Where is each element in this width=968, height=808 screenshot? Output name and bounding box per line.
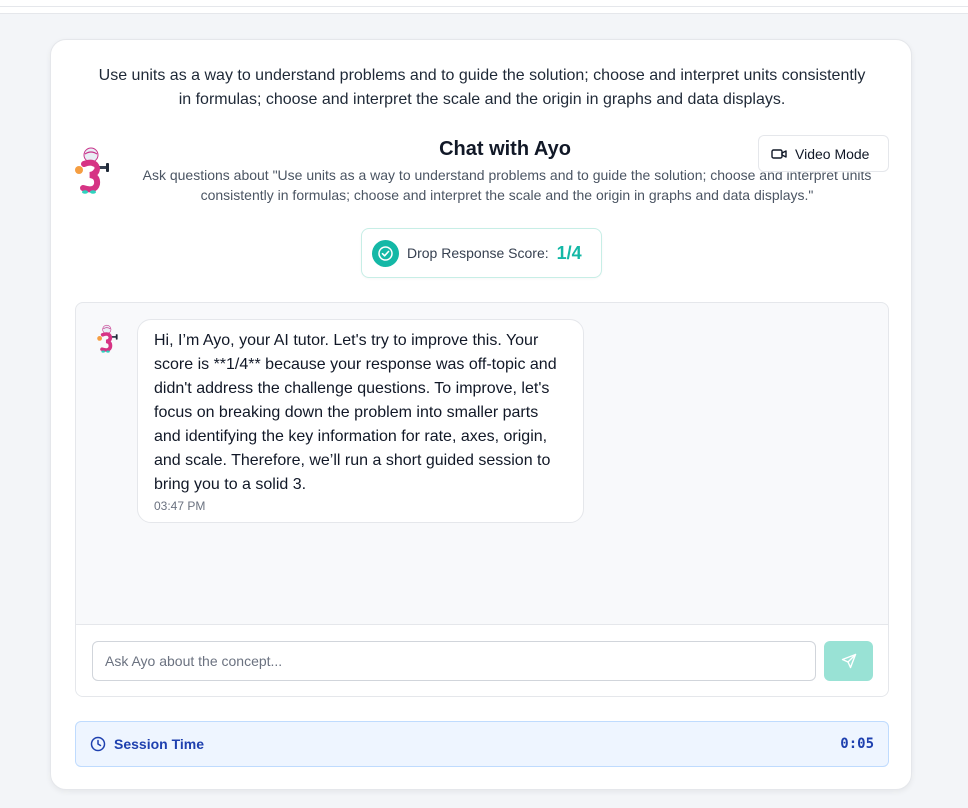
video-camera-icon bbox=[771, 146, 787, 162]
chat-card: Use units as a way to understand problem… bbox=[50, 39, 912, 790]
ayo-message-bubble: Hi, I’m Ayo, your AI tutor. Let's try to… bbox=[137, 319, 584, 523]
send-icon bbox=[841, 653, 856, 669]
ayo-message-avatar bbox=[96, 323, 120, 355]
top-bar bbox=[0, 0, 968, 14]
message-timestamp: 03:47 PM bbox=[154, 499, 206, 513]
chat-panel: Hi, I’m Ayo, your AI tutor. Let's try to… bbox=[75, 302, 889, 697]
ayo-mascot-icon bbox=[97, 324, 118, 353]
ayo-avatar bbox=[73, 146, 113, 196]
score-label: Drop Response Score: bbox=[407, 245, 549, 261]
clock-icon bbox=[90, 736, 106, 752]
message-text: Hi, I’m Ayo, your AI tutor. Let's try to… bbox=[154, 332, 557, 493]
standard-description: Use units as a way to understand problem… bbox=[98, 67, 866, 108]
check-circle-icon bbox=[372, 239, 399, 267]
ayo-mascot-icon bbox=[75, 147, 109, 194]
session-timer-bar: Session Time 0:05 bbox=[75, 721, 889, 767]
video-mode-label: Video Mode bbox=[795, 145, 870, 162]
chat-input[interactable] bbox=[92, 641, 816, 681]
session-time-value: 0:05 bbox=[840, 736, 874, 752]
session-time-label: Session Time bbox=[114, 736, 205, 752]
score-value: 1/4 bbox=[556, 242, 582, 263]
message-list[interactable]: Hi, I’m Ayo, your AI tutor. Let's try to… bbox=[76, 303, 888, 624]
chat-title: Chat with Ayo bbox=[439, 138, 571, 160]
send-button[interactable] bbox=[824, 641, 873, 681]
chat-input-row bbox=[76, 624, 888, 696]
score-badge: Drop Response Score: 1/4 bbox=[361, 228, 602, 278]
video-mode-button[interactable]: Video Mode bbox=[758, 135, 889, 172]
